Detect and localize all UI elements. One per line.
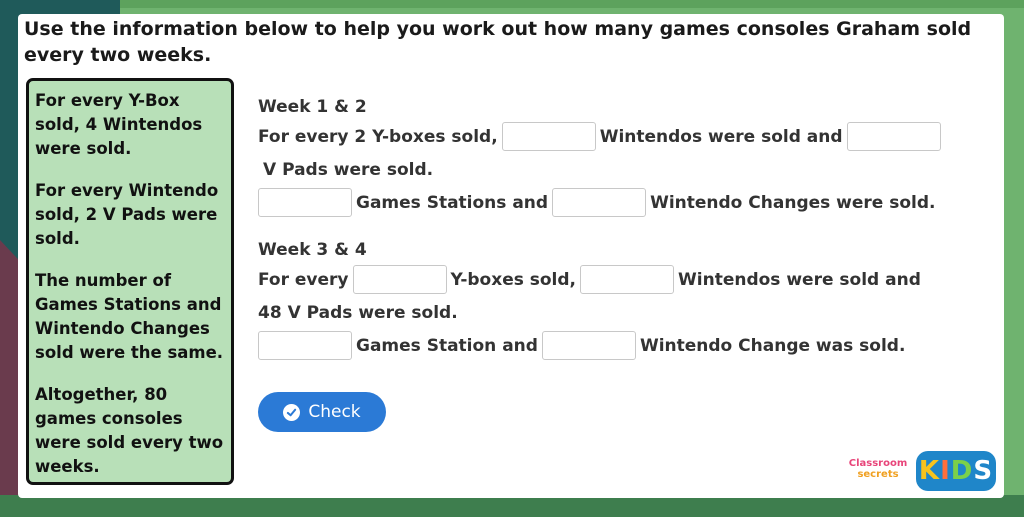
week-1-2-text: V Pads were sold. [263, 159, 434, 180]
question-card: Use the information below to help you wo… [18, 14, 1004, 498]
check-circle-icon [283, 403, 301, 421]
week-1-2-text: Wintendos were sold and [599, 126, 843, 147]
w12-vpads-input[interactable] [846, 122, 941, 151]
week-1-2-title: Week 1 & 2 [258, 97, 367, 117]
week-3-4-text: Y-boxes sold, [450, 269, 577, 290]
classroom-secrets-logo: Classroom secrets [848, 458, 908, 480]
check-button-label: Check [308, 402, 361, 422]
info-box: For every Y-Box sold, 4 Wintendos were s… [26, 78, 234, 485]
background-bottom-stripe [0, 495, 1024, 517]
w12-wintendos-input[interactable] [501, 122, 596, 151]
week-1-2-line-3: Games Stations and Wintendo Changes were… [258, 186, 988, 219]
kids-logo: K I D S [916, 451, 996, 491]
question-text: Use the information below to help you wo… [24, 18, 972, 66]
week-3-4-line-2: 48 V Pads were sold. [258, 296, 988, 329]
background-top-stripe [0, 0, 1024, 8]
w34-yboxes-input[interactable] [352, 265, 447, 294]
info-paragraph: For every Y-Box sold, 4 Wintendos were s… [35, 91, 203, 158]
week-1-2-line-1: For every 2 Y-boxes sold, Wintendos were… [258, 120, 988, 153]
info-paragraph: Altogether, 80 games consoles were sold … [35, 385, 224, 476]
info-paragraph: For every Wintendo sold, 2 V Pads were s… [35, 181, 219, 248]
week-1-2-text: Wintendo Changes were sold. [650, 192, 936, 213]
check-button[interactable]: Check [258, 392, 386, 432]
w12-games-stations-input[interactable] [258, 188, 352, 217]
week-1-2-line-2: V Pads were sold. [258, 153, 988, 186]
w34-games-station-input[interactable] [258, 331, 352, 360]
week-3-4-text: Wintendo Change was sold. [639, 335, 906, 356]
week-3-4-line-3: Games Station and Wintendo Change was so… [258, 329, 988, 362]
w34-wintendo-change-input[interactable] [541, 331, 636, 360]
week-1-2-text: Games Stations and [356, 192, 549, 213]
week-3-4-text: For every [258, 269, 349, 290]
week-3-4-text: 48 V Pads were sold. [258, 302, 458, 323]
week-3-4-text: Games Station and [356, 335, 538, 356]
info-paragraph: The number of Games Stations and Wintend… [35, 271, 224, 362]
week-1-2-text: For every 2 Y-boxes sold, [258, 126, 498, 147]
week-3-4-text: Wintendos were sold and [678, 269, 921, 290]
w12-wintendo-changes-input[interactable] [552, 188, 647, 217]
w34-wintendos-input[interactable] [580, 265, 675, 294]
week-3-4-line-1: For every Y-boxes sold, Wintendos were s… [258, 263, 988, 296]
week-3-4-title: Week 3 & 4 [258, 240, 367, 260]
answer-area: Week 1 & 2 For every 2 Y-boxes sold, Win… [258, 94, 988, 362]
